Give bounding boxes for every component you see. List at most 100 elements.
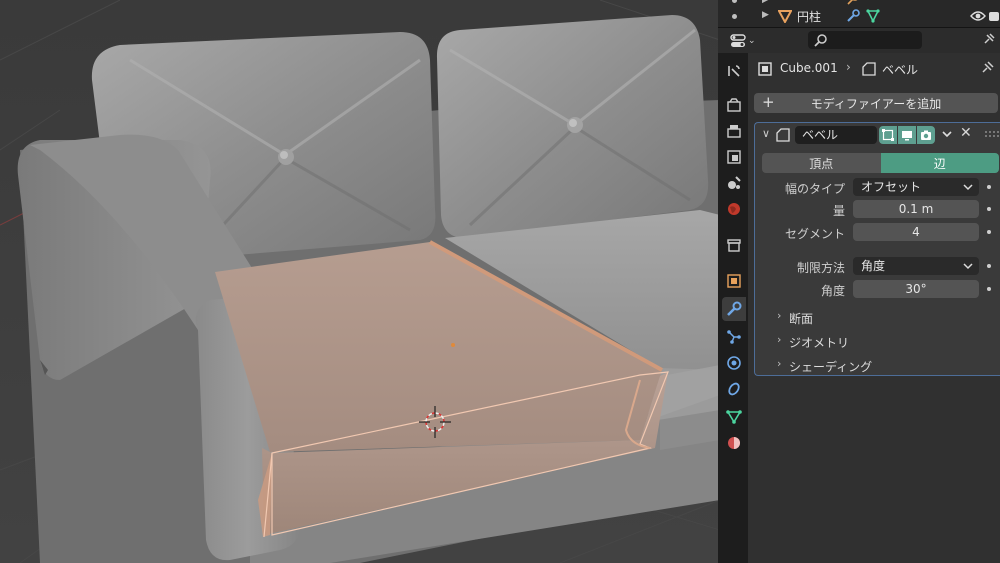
edit-mode-icon <box>882 129 894 141</box>
bevel-modifier-panel: ∨ ベベル ✕ 頂点 辺 幅のタイプ オフセット 量 0.1 m セグメント 4… <box>754 122 1000 376</box>
physics-icon <box>727 356 741 370</box>
wrench-icon[interactable] <box>846 9 860 23</box>
outliner-row-cylinder[interactable]: ▶ 円柱 <box>718 6 1000 26</box>
limit-method-label: 制限方法 <box>796 261 845 275</box>
subpanel-profile-label: 断面 <box>789 312 814 326</box>
bevel-modifier-icon <box>776 128 790 142</box>
tab-output[interactable] <box>722 119 746 143</box>
tab-constraints[interactable] <box>722 377 746 401</box>
subpanel-geometry[interactable]: › ジオメトリ <box>755 331 1000 351</box>
properties-editor-icon <box>730 34 746 47</box>
edit-mode-toggle[interactable] <box>879 126 897 144</box>
outliner[interactable]: ▶ ▶ 円柱 <box>718 0 1000 27</box>
chevron-down-icon: ⌄ <box>748 36 756 46</box>
breadcrumb-modifier-name: ベベル <box>882 63 919 77</box>
add-modifier-label: モディファイアーを追加 <box>810 96 942 111</box>
eye-icon[interactable] <box>970 9 986 23</box>
pin-icon[interactable] <box>982 32 996 46</box>
particles-icon <box>727 330 741 344</box>
add-modifier-button[interactable]: + モディファイアーを追加 <box>754 93 998 113</box>
tab-particles[interactable] <box>722 325 746 349</box>
chevron-right-icon: › <box>777 309 782 322</box>
expand-arrow-icon[interactable]: ▶ <box>762 0 769 5</box>
tab-world[interactable] <box>722 197 746 221</box>
view-layer-icon <box>727 150 741 164</box>
subpanel-shading[interactable]: › シェーディング <box>755 355 1000 375</box>
close-icon[interactable]: ✕ <box>960 125 972 141</box>
pin-icon[interactable] <box>980 59 996 75</box>
tab-view-layer[interactable] <box>722 145 746 169</box>
width-type-select[interactable]: オフセット <box>853 178 979 196</box>
tab-render[interactable] <box>722 93 746 117</box>
keyframe-dot[interactable] <box>987 207 991 211</box>
amount-field[interactable]: 0.1 m <box>853 200 979 218</box>
affect-selector: 頂点 辺 <box>762 153 999 173</box>
properties-header: ⌄ <box>718 27 1000 53</box>
chevron-down-icon[interactable]: ∨ <box>762 127 770 140</box>
chevron-right-icon: › <box>777 357 782 370</box>
object-icon <box>727 274 741 288</box>
scene-icon <box>728 176 741 189</box>
chevron-down-icon[interactable] <box>940 127 954 141</box>
angle-label: 角度 <box>820 284 845 298</box>
subpanel-shading-label: シェーディング <box>789 360 873 374</box>
keyframe-dot[interactable] <box>987 185 991 189</box>
segments-label: セグメント <box>784 227 845 241</box>
modifier-header: ∨ ベベル ✕ <box>755 123 1000 147</box>
render-icon <box>727 98 741 112</box>
angle-field[interactable]: 30° <box>853 280 979 298</box>
tab-object[interactable] <box>722 269 746 293</box>
modifier-name-field[interactable]: ベベル <box>795 126 877 144</box>
world-icon <box>728 203 740 215</box>
bevel-modifier-icon <box>862 62 876 76</box>
drag-handle[interactable] <box>985 131 999 137</box>
outliner-row-name: 円柱 <box>797 10 822 24</box>
sofa-scene <box>0 0 720 563</box>
tab-tool[interactable] <box>722 59 746 83</box>
tab-material[interactable] <box>722 431 746 455</box>
outliner-row-dot <box>732 14 737 19</box>
object-icon <box>758 62 772 76</box>
camera-icon <box>921 130 931 140</box>
3d-viewport[interactable] <box>0 0 720 563</box>
keyframe-dot[interactable] <box>987 264 991 268</box>
camera-icon[interactable] <box>988 9 1000 23</box>
properties-tabs <box>718 53 748 563</box>
output-icon <box>727 125 741 138</box>
chevron-right-icon: › <box>846 60 851 74</box>
tab-scene[interactable] <box>722 171 746 195</box>
limit-method-select[interactable]: 角度 <box>853 257 979 275</box>
subpanel-geometry-label: ジオメトリ <box>789 336 850 350</box>
search-input[interactable] <box>808 31 922 49</box>
mesh-object-icon <box>778 10 792 23</box>
data-icon <box>726 410 742 424</box>
viewport-toggle[interactable] <box>898 126 916 144</box>
render-toggle[interactable] <box>917 126 935 144</box>
angle-row: 角度 30° <box>755 279 1000 299</box>
tab-modifiers[interactable] <box>722 297 746 321</box>
amount-row: 量 0.1 m <box>755 199 1000 219</box>
limit-method-row: 制限方法 角度 <box>755 256 1000 276</box>
editor-type-selector[interactable]: ⌄ <box>730 32 758 50</box>
constraints-icon <box>728 382 740 396</box>
keyframe-dot[interactable] <box>987 230 991 234</box>
tab-collection[interactable] <box>722 233 746 257</box>
tab-data[interactable] <box>722 405 746 429</box>
width-type-label: 幅のタイプ <box>784 182 845 196</box>
segments-row: セグメント 4 <box>755 222 1000 242</box>
segments-field[interactable]: 4 <box>853 223 979 241</box>
affect-vertices-button[interactable]: 頂点 <box>762 153 881 173</box>
modifier-icon <box>727 301 742 316</box>
expand-arrow-icon[interactable]: ▶ <box>762 10 769 20</box>
keyframe-dot[interactable] <box>987 287 991 291</box>
chevron-down-icon <box>963 263 973 270</box>
mesh-data-icon[interactable] <box>866 9 880 23</box>
subpanel-profile[interactable]: › 断面 <box>755 307 1000 327</box>
chevron-right-icon: › <box>777 333 782 346</box>
plus-icon: + <box>762 93 775 111</box>
width-type-row: 幅のタイプ オフセット <box>755 177 1000 197</box>
outliner-row-dot <box>732 0 737 3</box>
tab-physics[interactable] <box>722 351 746 375</box>
breadcrumb: Cube.001 › ベベル <box>748 53 1000 85</box>
affect-edges-button[interactable]: 辺 <box>880 153 999 173</box>
